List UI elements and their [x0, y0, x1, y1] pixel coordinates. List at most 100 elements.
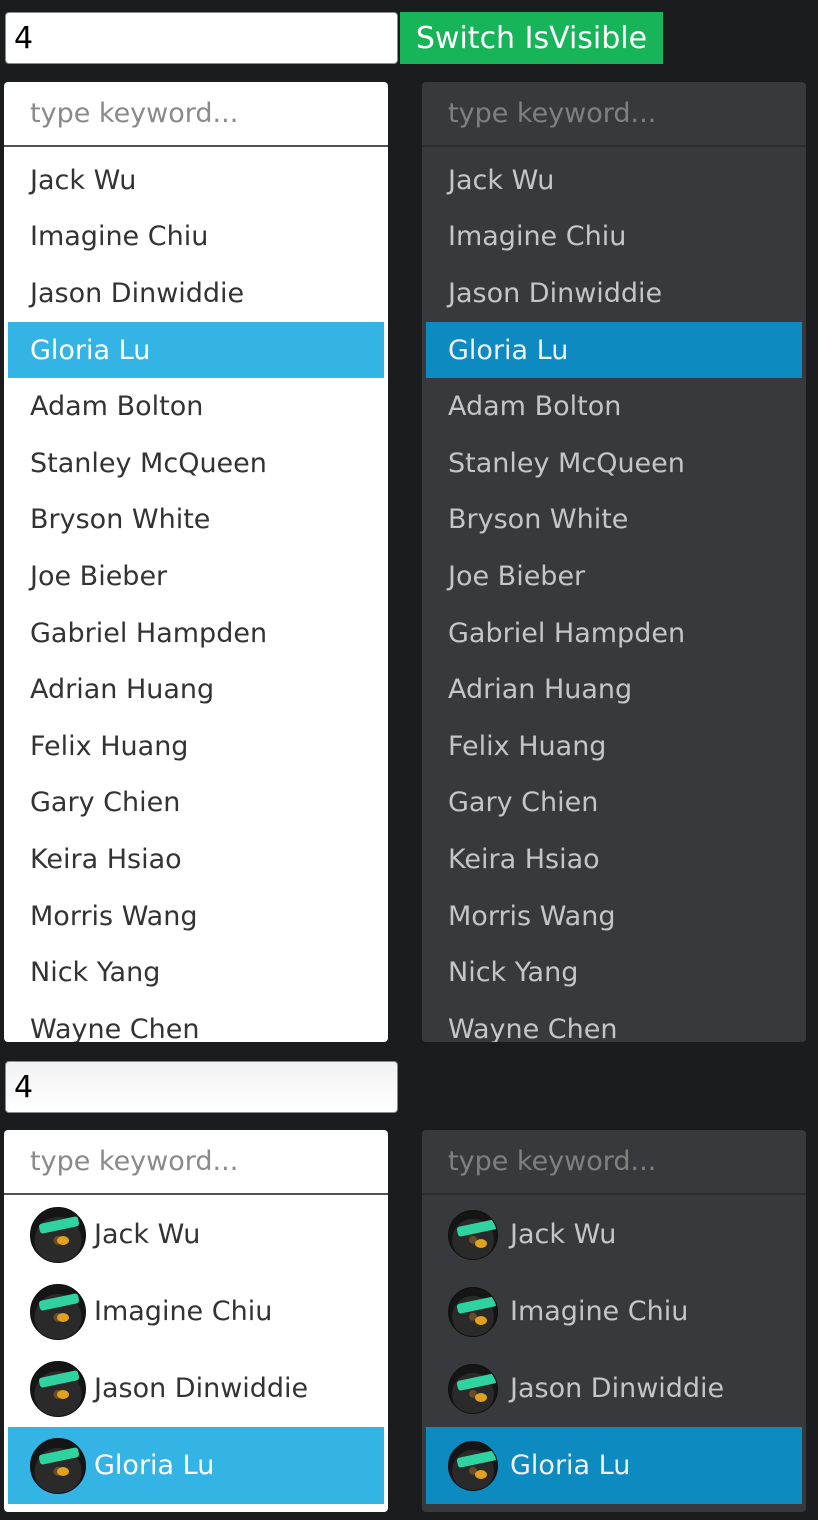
list-item[interactable]: Imagine Chiu	[8, 209, 384, 266]
list-item[interactable]: Gary Chien	[8, 775, 384, 832]
list-item-label: Gloria Lu	[448, 334, 569, 366]
list-item-label: Adam Bolton	[30, 391, 204, 423]
list-item[interactable]: Keira Hsiao	[426, 831, 802, 888]
list-item-label: Joe Bieber	[448, 560, 586, 592]
list-item-label: Wayne Chen	[30, 1013, 200, 1042]
option-list[interactable]: Jack Wu Imagine Chiu Jason Dinwiddie Gloria…	[4, 1196, 388, 1512]
list-item-label: Gary Chien	[448, 787, 599, 819]
list-item[interactable]: Wayne Chen	[8, 1001, 384, 1042]
list-item-label: Joe Bieber	[30, 560, 168, 592]
list-item-label: Gary Chien	[30, 787, 181, 819]
list-item[interactable]: Jason Dinwiddie	[426, 265, 802, 322]
list-item[interactable]: Gabriel Hampden	[426, 605, 802, 662]
list-item-label: Imagine Chiu	[30, 221, 209, 253]
list-item-label: Jack Wu	[30, 164, 137, 196]
switch-isvisible-button[interactable]: Switch IsVisible	[400, 12, 663, 64]
listbox-light: Jack Wu Imagine Chiu Jason Dinwiddie Gloria…	[4, 82, 388, 1042]
list-item[interactable]: Imagine Chiu	[426, 1273, 802, 1350]
list-item-label: Gabriel Hampden	[448, 617, 686, 649]
list-item-label: Gloria Lu	[94, 1450, 215, 1481]
avatar-icon	[30, 1437, 86, 1494]
list-item[interactable]: Jason Dinwiddie	[8, 1350, 384, 1427]
list-item-label: Jack Wu	[448, 164, 555, 196]
list-item-label: Bryson White	[448, 504, 629, 536]
list-item[interactable]: Gloria Lu	[426, 321, 802, 379]
search-input[interactable]	[4, 82, 388, 147]
list-item[interactable]: Wayne Chen	[426, 1001, 802, 1042]
list-item[interactable]: Gloria Lu	[8, 1427, 384, 1504]
list-item[interactable]: Jason Dinwiddie	[426, 1350, 802, 1427]
list-item[interactable]: Nick Yang	[426, 944, 802, 1001]
list-item-label: Gabriel Hampden	[30, 617, 268, 649]
listbox-dark: Jack Wu Imagine Chiu Jason Dinwiddie Gloria…	[422, 82, 806, 1042]
list-item-label: Jason Dinwiddie	[510, 1373, 725, 1404]
list-item-label: Wayne Chen	[448, 1013, 618, 1042]
list-item-label: Stanley McQueen	[448, 447, 685, 479]
list-item-label: Jason Dinwiddie	[30, 277, 245, 309]
list-item-label: Adrian Huang	[448, 674, 633, 706]
list-item-label: Keira Hsiao	[448, 843, 600, 875]
list-item[interactable]: Bryson White	[426, 492, 802, 549]
list-item[interactable]: Adrian Huang	[426, 661, 802, 718]
option-list[interactable]: Jack Wu Imagine Chiu Jason Dinwiddie Gloria…	[422, 150, 806, 1042]
option-list[interactable]: Jack Wu Imagine Chiu Jason Dinwiddie Gloria…	[4, 150, 388, 1042]
list-item-label: Bryson White	[30, 504, 211, 536]
list-item-label: Stanley McQueen	[30, 447, 267, 479]
list-item[interactable]: Keira Hsiao	[8, 831, 384, 888]
list-item-label: Jason Dinwiddie	[448, 277, 663, 309]
avatar-listbox-light: Jack Wu Imagine Chiu Jason Dinwiddie Gloria…	[4, 1130, 388, 1512]
avatar-icon	[448, 1286, 498, 1337]
list-item[interactable]: Nick Yang	[8, 944, 384, 1001]
list-item-label: Adrian Huang	[30, 674, 215, 706]
list-item-label: Adam Bolton	[448, 391, 622, 423]
list-item[interactable]: Imagine Chiu	[8, 1273, 384, 1350]
list-item-label: Jack Wu	[510, 1219, 617, 1250]
number-input[interactable]	[5, 1061, 398, 1113]
list-item[interactable]: Jack Wu	[8, 1196, 384, 1273]
list-item[interactable]: Adrian Huang	[8, 661, 384, 718]
avatar-icon	[448, 1209, 498, 1260]
avatar-icon	[30, 1206, 86, 1263]
avatar-icon	[448, 1363, 498, 1414]
avatar-listbox-dark: Jack Wu Imagine Chiu Jason Dinwiddie Gloria…	[422, 1130, 806, 1512]
list-item[interactable]: Gary Chien	[426, 775, 802, 832]
list-item[interactable]: Adam Bolton	[426, 378, 802, 435]
list-item[interactable]: Morris Wang	[426, 888, 802, 945]
search-input[interactable]	[422, 82, 806, 147]
list-item-label: Felix Huang	[30, 730, 189, 762]
list-item[interactable]: Adam Bolton	[8, 378, 384, 435]
list-item[interactable]: Jack Wu	[426, 152, 802, 209]
list-item[interactable]: Stanley McQueen	[8, 435, 384, 492]
search-input[interactable]	[4, 1130, 388, 1195]
list-item[interactable]: Joe Bieber	[8, 548, 384, 605]
list-item[interactable]: Imagine Chiu	[426, 209, 802, 266]
list-item-label: Morris Wang	[30, 900, 198, 932]
number-input[interactable]	[5, 12, 398, 64]
avatar-icon	[448, 1440, 498, 1491]
list-item[interactable]: Gloria Lu	[426, 1427, 802, 1504]
list-item-label: Keira Hsiao	[30, 843, 182, 875]
list-item[interactable]: Jason Dinwiddie	[8, 265, 384, 322]
avatar-icon	[30, 1283, 86, 1340]
list-item-label: Felix Huang	[448, 730, 607, 762]
list-item[interactable]: Jack Wu	[426, 1196, 802, 1273]
search-input[interactable]	[422, 1130, 806, 1195]
list-item-label: Jack Wu	[94, 1219, 201, 1250]
list-item-label: Jason Dinwiddie	[94, 1373, 309, 1404]
list-item-label: Imagine Chiu	[448, 221, 627, 253]
list-item-label: Imagine Chiu	[94, 1296, 273, 1327]
list-item[interactable]: Jack Wu	[8, 152, 384, 209]
list-item[interactable]: Morris Wang	[8, 888, 384, 945]
list-item[interactable]: Joe Bieber	[426, 548, 802, 605]
list-item[interactable]: Stanley McQueen	[426, 435, 802, 492]
list-item[interactable]: Gloria Lu	[8, 321, 384, 379]
option-list[interactable]: Jack Wu Imagine Chiu Jason Dinwiddie Gloria…	[422, 1196, 806, 1512]
list-item-label: Gloria Lu	[30, 334, 151, 366]
list-item[interactable]: Felix Huang	[426, 718, 802, 775]
list-item-label: Gloria Lu	[510, 1450, 631, 1481]
list-item[interactable]: Bryson White	[8, 492, 384, 549]
list-item-label: Nick Yang	[30, 957, 161, 989]
list-item-label: Morris Wang	[448, 900, 616, 932]
list-item[interactable]: Felix Huang	[8, 718, 384, 775]
list-item[interactable]: Gabriel Hampden	[8, 605, 384, 662]
